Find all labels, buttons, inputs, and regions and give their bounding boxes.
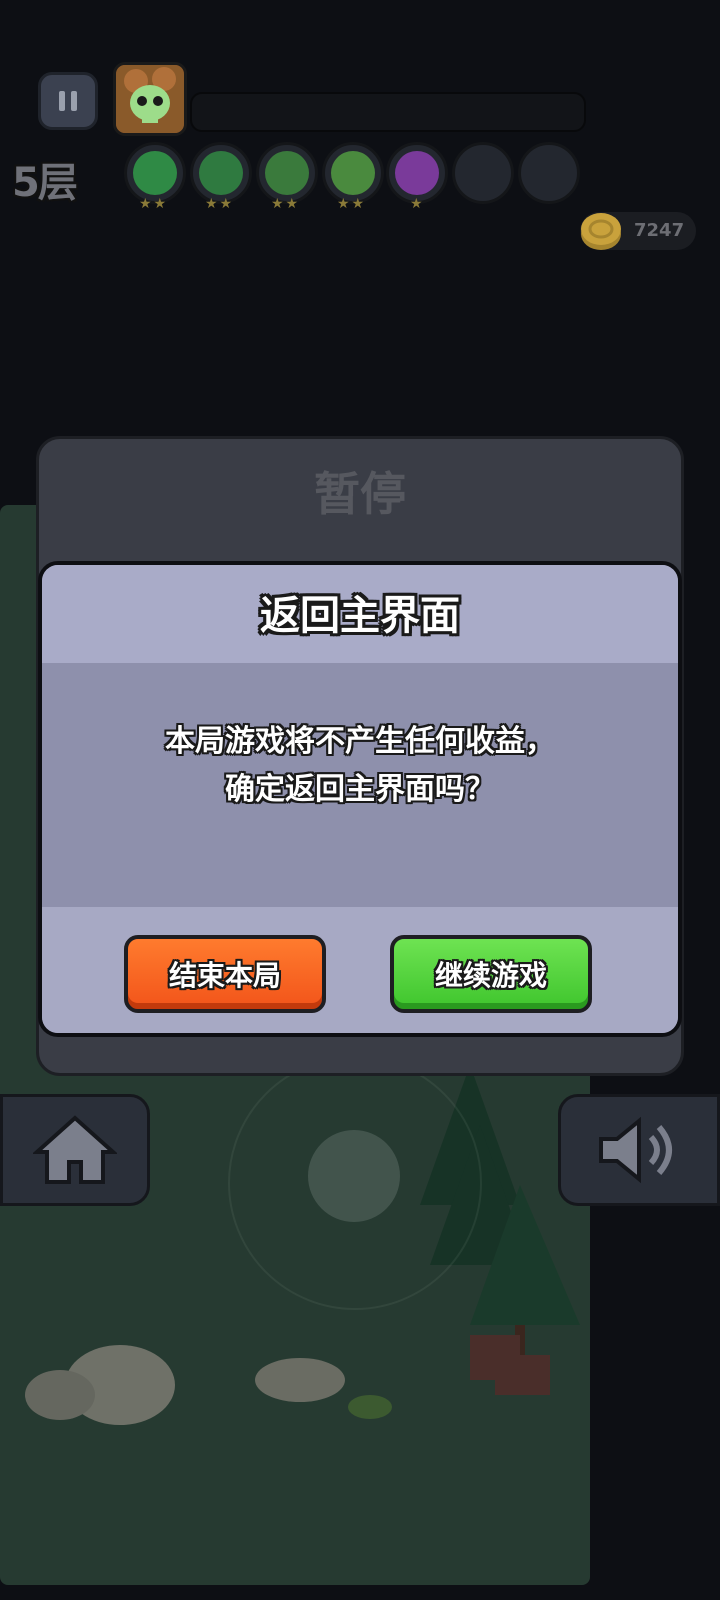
skill-slot-bow [124, 142, 186, 204]
bow-skill-icon [133, 151, 177, 195]
dagger-skill-icon [199, 151, 243, 195]
skull-icon [116, 65, 184, 133]
dialog-footer: 结束本局 继续游戏 [42, 907, 678, 1033]
skill-slot-cane [256, 142, 318, 204]
skill-stars: ★ [410, 196, 425, 212]
continue-game-button[interactable]: 继续游戏 [390, 935, 592, 1013]
pause-icon [59, 91, 77, 111]
coin-amount: 7247 [634, 220, 685, 241]
boss-portrait [113, 62, 187, 136]
speaker-icon [599, 1116, 672, 1184]
joystick-knob[interactable] [308, 1130, 400, 1222]
skill-slot-whirlwind [322, 142, 384, 204]
dialog-message-line2: 确定返回主界面吗？ [225, 772, 495, 807]
skill-slot-potion [386, 142, 448, 204]
cane-skill-icon [265, 151, 309, 195]
whirlwind-skill-icon [331, 151, 375, 195]
skill-slot-empty [518, 142, 580, 204]
dialog-title: 返回主界面 [260, 593, 460, 639]
home-button[interactable] [0, 1094, 150, 1206]
dialog-message-line1: 本局游戏将不产生任何收益， [165, 724, 555, 759]
skill-slot-empty [452, 142, 514, 204]
pause-title: 暂停 [314, 467, 406, 521]
potion-skill-icon [395, 151, 439, 195]
skill-stars: ★★ [139, 196, 169, 212]
skill-stars: ★★ [205, 196, 235, 212]
floor-label: 5层 [12, 160, 78, 206]
sound-button[interactable] [558, 1094, 720, 1206]
dialog-message: 本局游戏将不产生任何收益， 确定返回主界面吗？ [42, 718, 678, 814]
game-scene: 5层 ★★ ★★ ★★ ★★ ★ 7247 暂停 返回主界面 本局游戏将不产生任… [0, 0, 720, 1600]
coin-icon [581, 213, 621, 250]
home-icon [33, 1115, 117, 1184]
pause-button[interactable] [38, 72, 98, 130]
skill-stars: ★★ [337, 196, 367, 212]
end-game-button[interactable]: 结束本局 [124, 935, 326, 1013]
dialog-header: 返回主界面 [42, 565, 678, 663]
return-home-dialog: 返回主界面 本局游戏将不产生任何收益， 确定返回主界面吗？ 结束本局 继续游戏 [38, 561, 682, 1037]
dialog-body: 本局游戏将不产生任何收益， 确定返回主界面吗？ [42, 663, 678, 907]
boss-health-bar [190, 92, 586, 132]
skill-slot-dagger [190, 142, 252, 204]
skill-stars: ★★ [271, 196, 301, 212]
